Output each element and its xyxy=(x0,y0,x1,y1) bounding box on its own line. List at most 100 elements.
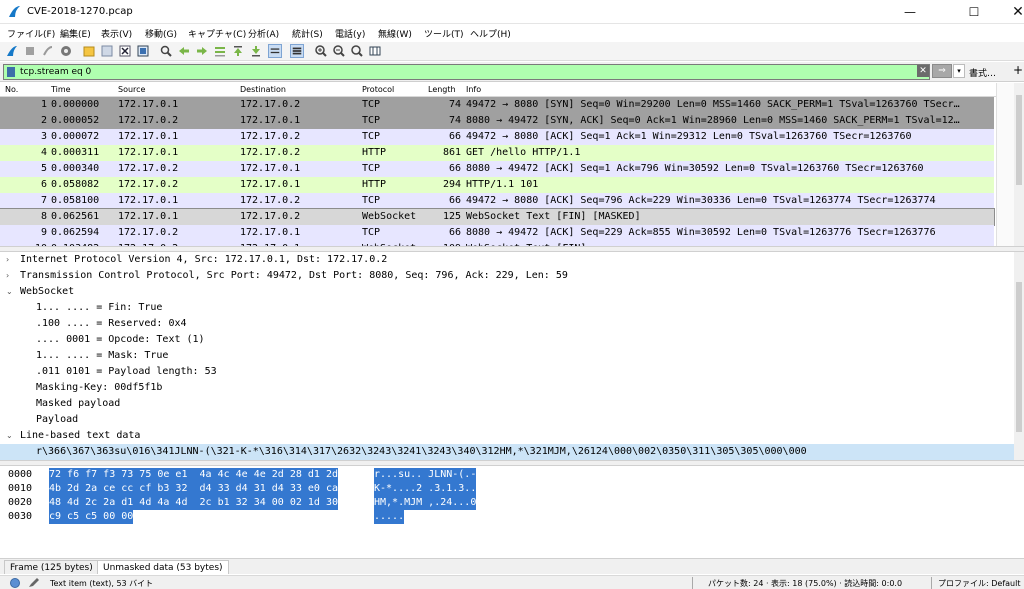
zoom-reset-icon[interactable] xyxy=(350,44,364,58)
scrollbar-thumb[interactable] xyxy=(1016,282,1022,432)
detail-row[interactable]: Masked payload xyxy=(0,396,1014,412)
column-header-length[interactable]: Length xyxy=(428,85,456,94)
bytes-hex[interactable]: 72 f6 f7 f3 73 75 0e e1 4a 4c 4e 4e 2d 2… xyxy=(49,468,338,482)
details-scrollbar[interactable] xyxy=(1014,252,1024,460)
bytes-ascii[interactable]: K-*....2 .3.1.3.. xyxy=(374,482,477,496)
detail-row[interactable]: .011 0101 = Payload length: 53 xyxy=(0,364,1014,380)
menu-telephony[interactable]: 電話(y) xyxy=(335,27,365,40)
bytes-ascii[interactable]: r...su.. JLNN-(.- xyxy=(374,468,477,482)
detail-row[interactable]: Masking-Key: 00df5f1b xyxy=(0,380,1014,396)
detail-row[interactable]: ⌄ WebSocket xyxy=(0,284,1014,300)
collapsed-chevron-icon[interactable]: › xyxy=(6,268,9,284)
column-header-no[interactable]: No. xyxy=(5,85,18,94)
last-packet-icon[interactable] xyxy=(249,44,263,58)
menu-capture[interactable]: キャプチャ(C) xyxy=(188,27,246,40)
packet-row[interactable]: 6 0.058082 172.17.0.2 172.17.0.1 HTTP 294 HTTP… xyxy=(0,177,994,193)
apply-filter-button[interactable]: ⇒ xyxy=(932,64,952,78)
detail-row[interactable]: ⌄ Line-based text data xyxy=(0,428,1014,444)
colorize-icon[interactable] xyxy=(290,44,304,58)
collapsed-chevron-icon[interactable]: › xyxy=(6,252,9,268)
menu-wireless[interactable]: 無線(W) xyxy=(378,27,412,40)
close-file-icon[interactable] xyxy=(118,44,132,58)
detail-row[interactable]: › Internet Protocol Version 4, Src: 172.1… xyxy=(0,252,1014,268)
column-header-info[interactable]: Info xyxy=(466,85,481,94)
menu-edit[interactable]: 編集(E) xyxy=(60,27,91,40)
menu-view[interactable]: 表示(V) xyxy=(101,27,132,40)
bytes-hex[interactable]: c9 c5 c5 00 00 xyxy=(49,510,134,524)
packet-minimap[interactable] xyxy=(996,83,1014,246)
packet-protocol: HTTP xyxy=(362,179,387,190)
packet-row[interactable]: 7 0.058100 172.17.0.1 172.17.0.2 TCP 66 49472 … xyxy=(0,193,994,209)
expanded-chevron-icon[interactable]: ⌄ xyxy=(6,428,13,444)
menu-help[interactable]: ヘルプ(H) xyxy=(470,27,511,40)
detail-row[interactable]: .... 0001 = Opcode: Text (1) xyxy=(0,332,1014,348)
status-profile[interactable]: プロファイル: Default xyxy=(938,578,1020,589)
packet-row[interactable]: 2 0.000052 172.17.0.2 172.17.0.1 TCP 74 8080 →… xyxy=(0,113,994,129)
tab-unmasked-data[interactable]: Unmasked data (53 bytes) xyxy=(97,560,229,574)
stop-capture-icon[interactable] xyxy=(23,44,37,58)
reload-file-icon[interactable] xyxy=(136,44,150,58)
column-header-destination[interactable]: Destination xyxy=(240,85,286,94)
resize-columns-icon[interactable] xyxy=(368,44,382,58)
capture-options-icon[interactable] xyxy=(59,44,73,58)
packet-row[interactable]: 9 0.062594 172.17.0.2 172.17.0.1 TCP 66 8080 →… xyxy=(0,225,994,241)
add-filter-button[interactable]: + xyxy=(1013,63,1023,77)
menu-file[interactable]: ファイル(F) xyxy=(7,27,55,40)
menu-tools[interactable]: ツール(T) xyxy=(424,27,464,40)
bytes-offset[interactable]: 0020 xyxy=(8,496,32,510)
close-button[interactable]: ✕ xyxy=(996,0,1024,24)
bytes-hex[interactable]: 4b 2d 2a ce cc cf b3 32 d4 33 d4 31 d4 3… xyxy=(49,482,338,496)
filter-history-dropdown[interactable]: ▾ xyxy=(953,64,965,78)
menu-analyze[interactable]: 分析(A) xyxy=(248,27,279,40)
bytes-offset[interactable]: 0010 xyxy=(8,482,32,496)
detail-row[interactable]: r\366\367\363su\016\341JLNN-(\321-K-*\31… xyxy=(0,444,1014,460)
bytes-hex[interactable]: 48 4d 2c 2a d1 4d 4a 4d 2c b1 32 34 00 0… xyxy=(49,496,338,510)
zoom-out-icon[interactable] xyxy=(332,44,346,58)
column-header-source[interactable]: Source xyxy=(118,85,145,94)
expert-info-icon[interactable] xyxy=(10,578,20,588)
zoom-in-icon[interactable] xyxy=(314,44,328,58)
find-packet-icon[interactable] xyxy=(159,44,173,58)
detail-row[interactable]: 1... .... = Fin: True xyxy=(0,300,1014,316)
menu-go[interactable]: 移動(G) xyxy=(145,27,177,40)
packet-list-scrollbar[interactable] xyxy=(1014,83,1024,246)
maximize-button[interactable]: ☐ xyxy=(952,0,996,24)
go-back-icon[interactable] xyxy=(177,44,191,58)
minimize-button[interactable]: — xyxy=(888,0,932,24)
autoscroll-icon[interactable] xyxy=(268,44,282,58)
go-forward-icon[interactable] xyxy=(195,44,209,58)
scrollbar-thumb[interactable] xyxy=(1016,95,1022,185)
go-to-packet-icon[interactable] xyxy=(213,44,227,58)
first-packet-icon[interactable] xyxy=(231,44,245,58)
packet-row[interactable]: 4 0.000311 172.17.0.1 172.17.0.2 HTTP 861 GET … xyxy=(0,145,994,161)
menu-statistics[interactable]: 統計(S) xyxy=(292,27,323,40)
start-capture-icon[interactable] xyxy=(5,44,19,58)
bytes-offset[interactable]: 0000 xyxy=(8,468,32,482)
save-file-icon[interactable] xyxy=(100,44,114,58)
detail-row[interactable]: 1... .... = Mask: True xyxy=(0,348,1014,364)
detail-row[interactable]: › Transmission Control Protocol, Src Port… xyxy=(0,268,1014,284)
filter-bookmark-icon[interactable] xyxy=(7,67,15,77)
detail-row[interactable]: Payload xyxy=(0,412,1014,428)
expanded-chevron-icon[interactable]: ⌄ xyxy=(6,284,13,300)
bytes-tab-bar: Frame (125 bytes) Unmasked data (53 byte… xyxy=(0,558,1024,574)
packet-row[interactable]: 1 0.000000 172.17.0.1 172.17.0.2 TCP 74 49472 … xyxy=(0,97,994,113)
column-header-protocol[interactable]: Protocol xyxy=(362,85,394,94)
bytes-ascii[interactable]: ..... xyxy=(374,510,405,524)
packet-row[interactable]: 3 0.000072 172.17.0.1 172.17.0.2 TCP 66 49472 … xyxy=(0,129,994,145)
edit-comment-icon[interactable] xyxy=(28,577,40,588)
display-filter-input[interactable] xyxy=(20,65,900,79)
column-header-time[interactable]: Time xyxy=(51,85,71,94)
open-file-icon[interactable] xyxy=(82,44,96,58)
detail-row[interactable]: .100 .... = Reserved: 0x4 xyxy=(0,316,1014,332)
tab-frame[interactable]: Frame (125 bytes) xyxy=(4,560,99,574)
filter-expression-button[interactable]: 書式… xyxy=(969,66,996,79)
status-field-info: Text item (text), 53 バイト xyxy=(50,579,154,588)
packet-row[interactable]: 5 0.000340 172.17.0.2 172.17.0.1 TCP 66 8080 →… xyxy=(0,161,994,177)
bytes-ascii[interactable]: HM,*.MJM ,.24...0 xyxy=(374,496,477,510)
packet-row[interactable]: 8 0.062561 172.17.0.1 172.17.0.2 WebSocket 12… xyxy=(0,208,995,226)
restart-capture-icon[interactable] xyxy=(41,44,55,58)
clear-filter-icon[interactable]: ✕ xyxy=(917,65,929,77)
bytes-offset[interactable]: 0030 xyxy=(8,510,32,524)
wireshark-fin-icon xyxy=(9,6,20,17)
